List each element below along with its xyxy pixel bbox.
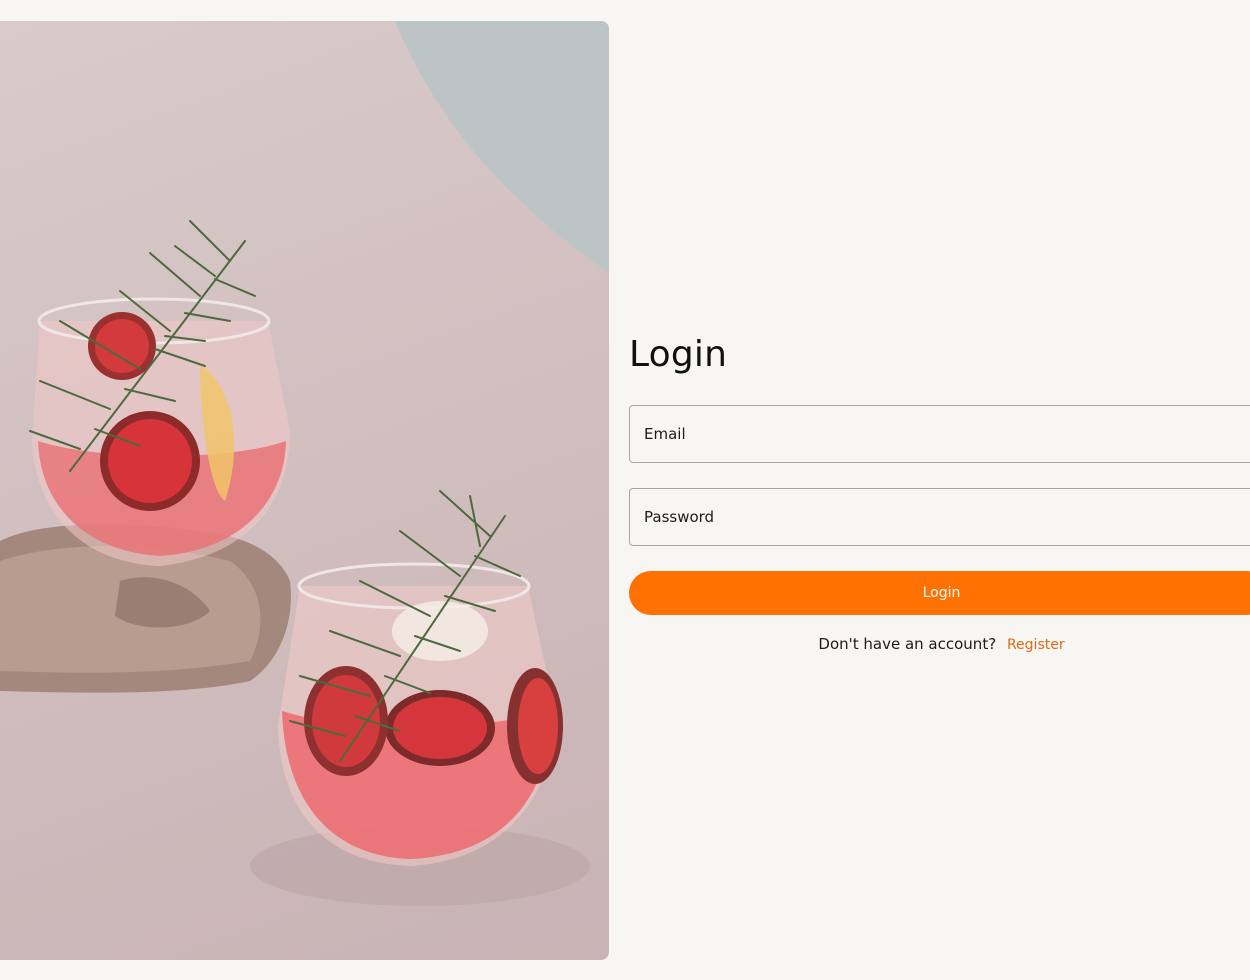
no-account-text: Don't have an account? <box>818 635 997 653</box>
cocktail-photo <box>0 21 609 906</box>
password-field[interactable] <box>644 508 1250 526</box>
glass-right <box>278 562 563 866</box>
page-title: Login <box>629 334 728 375</box>
password-field-wrapper <box>629 488 1250 546</box>
email-field-wrapper <box>629 405 1250 463</box>
login-form: Login Login Don't have an account? Regis… <box>629 330 1250 653</box>
glass-left <box>32 297 290 566</box>
hero-image <box>0 21 609 960</box>
email-field[interactable] <box>644 425 1250 443</box>
login-button[interactable]: Login <box>629 571 1250 615</box>
register-link[interactable]: Register <box>1007 637 1065 653</box>
register-prompt: Don't have an account? Register <box>629 635 1250 653</box>
